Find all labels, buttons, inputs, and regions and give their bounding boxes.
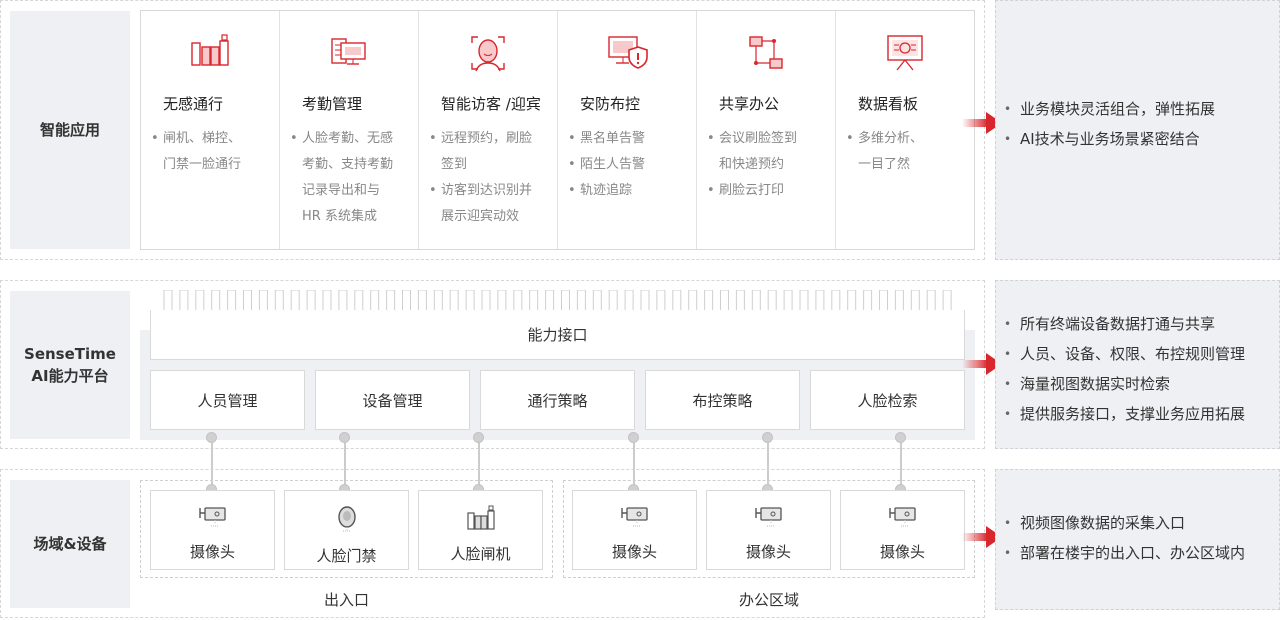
app-card-bullets: • 闸机、梯控、门禁一脸通行 [151,126,279,178]
app-card-title: 考勤管理 [302,95,363,113]
app-card-bullets: • 会议刷脸签到 和快递预约 • 刷脸云打印 [707,126,835,204]
connector-node [339,432,350,443]
app-card-bullet-line: • 多维分析、 [846,131,924,146]
face-scan-icon [419,33,557,79]
module-face-search: 人脸检索 [810,370,965,430]
app-card-title: 智能访客 /迎宾 [441,95,541,113]
security-alert-monitor-icon [558,33,696,79]
connector-node [473,432,484,443]
app-card-4: 共享办公 • 会议刷脸签到 和快递预约 • 刷脸云打印 [697,11,836,249]
face-gate-icon [466,505,496,535]
app-card-bullet-line: • 人脸考勤、无感 [290,131,394,146]
device-label: 摄像头 [189,543,235,561]
module-access-policy: 通行策略 [480,370,635,430]
app-layer-label: 智能应用 [10,11,130,249]
device-label: 摄像头 [745,543,791,561]
capability-interface: 能力接口 [150,310,965,360]
camera-icon [198,505,228,533]
platform-summary-item: 海量视图数据实时检索 [996,369,1279,399]
device-label: 摄像头 [879,543,925,561]
platform-label-line2: AI能力平台 [31,367,109,385]
site-layer-label: 场域&设备 [10,480,130,608]
platform-summary-item: 所有终端设备数据打通与共享 [996,309,1279,339]
app-card-bullets: • 人脸考勤、无感考勤、支持考勤 记录导出和与 HR 系统集成 [290,126,418,230]
app-card-title: 安防布控 [580,95,641,113]
entrance-face-access: 人脸门禁 [284,490,409,570]
app-summary-item: 业务模块灵活组合，弹性拓展 [996,94,1279,124]
app-card-bullet-line: • 陌生人告警 [568,157,646,172]
platform-summary-item: 人员、设备、权限、布控规则管理 [996,339,1279,369]
entrance-face-gate: 人脸闸机 [418,490,543,570]
attendance-monitor-icon [280,33,418,79]
app-card-bullet-line: HR 系统集成 [302,209,377,224]
app-card-bullet-line: • 刷脸云打印 [707,183,785,198]
connector-node [206,432,217,443]
app-card-1: 考勤管理 • 人脸考勤、无感考勤、支持考勤 记录导出和与 HR 系统集成 [280,11,419,249]
connector-node [628,432,639,443]
app-card-bullet-line: • 会议刷脸签到 [707,131,798,146]
entrance-camera: 摄像头 [150,490,275,570]
turnstile-icon [141,33,279,79]
camera-icon [888,505,918,533]
app-card-0: 无感通行 • 闸机、梯控、门禁一脸通行 [141,11,280,249]
office-camera: 摄像头 [706,490,831,570]
app-card-bullet-line: • 闸机、梯控、 [151,131,242,146]
app-card-bullet-line: 一目了然 [858,157,911,172]
camera-icon [754,505,784,533]
app-card-bullets: • 远程预约，刷脸签到 • 访客到达识别并 展示迎宾动效 [429,126,557,230]
app-summary-item: AI技术与业务场景紧密结合 [996,124,1279,154]
app-card-title: 数据看板 [858,95,919,113]
face-access-icon [334,505,360,537]
app-card-5: 数据看板 • 多维分析、 一目了然 [836,11,974,249]
module-device: 设备管理 [315,370,470,430]
device-label: 人脸门禁 [316,547,377,565]
connector-node [762,432,773,443]
shared-office-icon [697,33,835,79]
site-summary-item: 部署在楼宇的出入口、办公区域内 [996,538,1279,568]
platform-summary-item: 提供服务接口，支撑业务应用拓展 [996,399,1279,429]
office-camera: 摄像头 [840,490,965,570]
app-card-bullet-line: 展示迎宾动效 [441,209,520,224]
connector-node [895,432,906,443]
app-card-bullet-line: 门禁一脸通行 [163,157,242,172]
site-summary-item: 视频图像数据的采集入口 [996,508,1279,538]
module-personnel: 人员管理 [150,370,305,430]
app-card-bullet-line: • 黑名单告警 [568,131,646,146]
app-card-title: 无感通行 [163,95,224,113]
app-card-3: 安防布控 • 黑名单告警 • 陌生人告警 • 轨迹追踪 [558,11,697,249]
platform-layer-label: SenseTime AI能力平台 [10,291,130,439]
app-card-bullet-line: 记录导出和与 [302,183,381,198]
app-card-2: 智能访客 /迎宾 • 远程预约，刷脸签到 • 访客到达识别并 展示迎宾动效 [419,11,558,249]
platform-label-line1: SenseTime [24,345,116,363]
app-card-bullets: • 多维分析、 一目了然 [846,126,974,178]
app-summary-panel: 业务模块灵活组合，弹性拓展 AI技术与业务场景紧密结合 [995,0,1280,260]
site-summary-panel: 视频图像数据的采集入口 部署在楼宇的出入口、办公区域内 [995,469,1280,610]
app-card-bullet-line: • 轨迹追踪 [568,183,633,198]
app-card-title: 共享办公 [719,95,780,113]
office-camera: 摄像头 [572,490,697,570]
camera-icon [620,505,650,533]
app-card-bullet-line: 和快递预约 [719,157,785,172]
app-card-bullet-line: 签到 [441,157,468,172]
app-card-bullet-line: • 访客到达识别并 [429,183,533,198]
app-cards: 无感通行 • 闸机、梯控、门禁一脸通行 考勤管理 • 人脸考勤、无感考勤、支持考勤 记录导出… [140,10,975,250]
device-label: 人脸闸机 [450,545,511,563]
platform-summary-panel: 所有终端设备数据打通与共享 人员、设备、权限、布控规则管理 海量视图数据实时检索… [995,280,1280,449]
office-zone-label: 办公区域 [738,591,799,609]
entrance-zone-label: 出入口 [323,591,369,609]
device-label: 摄像头 [611,543,657,561]
app-card-bullet-line: • 远程预约，刷脸 [429,131,533,146]
dashboard-screen-icon [836,33,974,79]
app-card-bullets: • 黑名单告警 • 陌生人告警 • 轨迹追踪 [568,126,696,204]
module-surveillance-policy: 布控策略 [645,370,800,430]
app-card-bullet-line: 考勤、支持考勤 [302,157,394,172]
